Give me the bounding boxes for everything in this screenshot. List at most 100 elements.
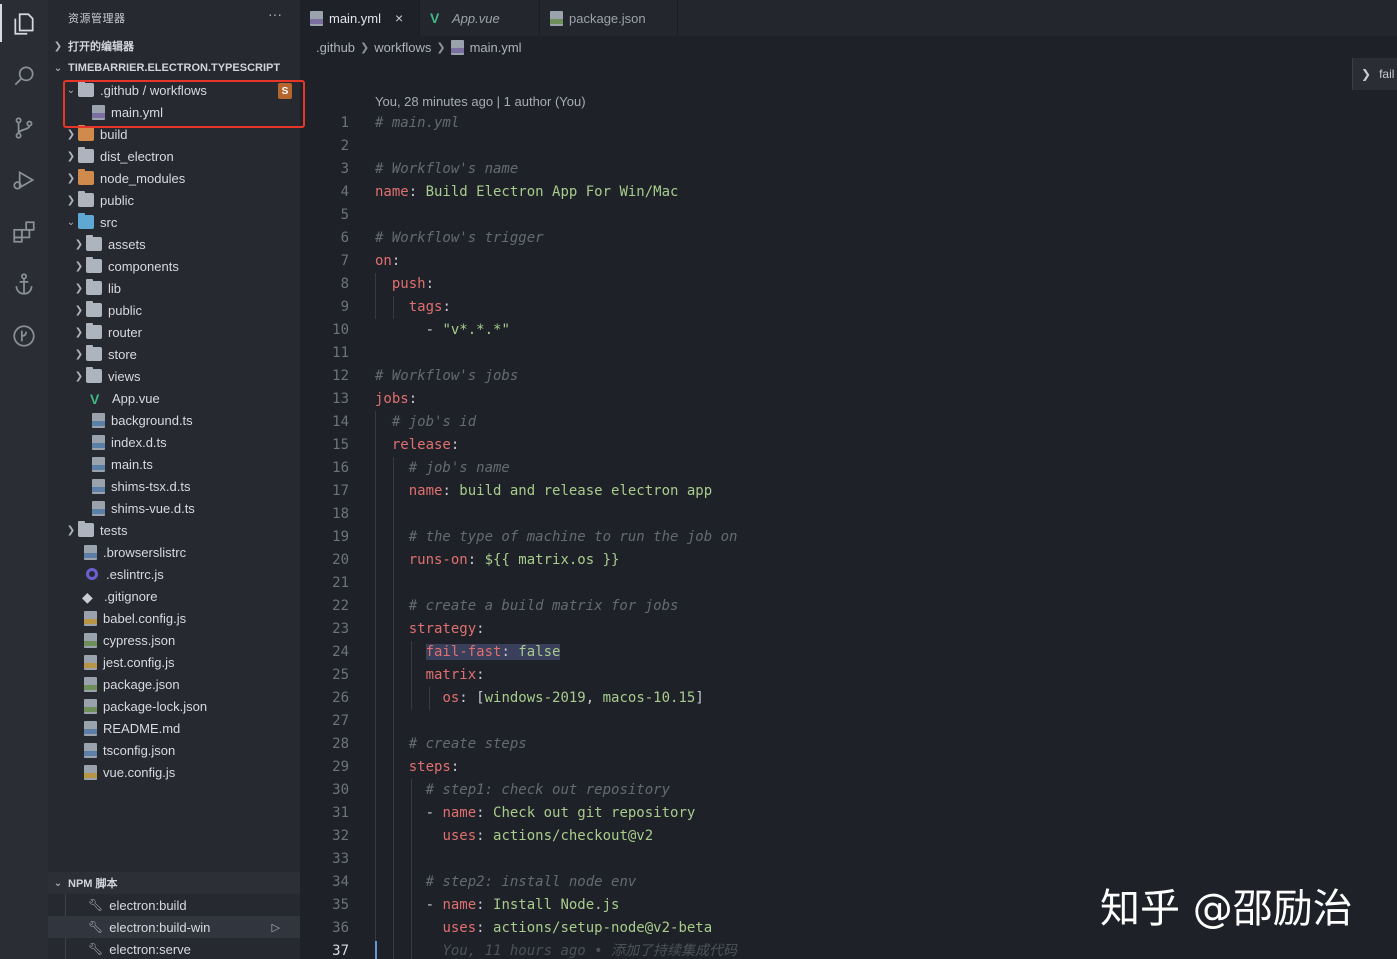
tab-app-vue[interactable]: V App.vue <box>420 0 540 36</box>
tree-file-readme[interactable]: README.md <box>48 717 300 739</box>
line-number: 5 <box>340 207 349 223</box>
folder-icon <box>86 235 102 251</box>
tree-folder-store[interactable]: ❯ store <box>48 343 300 365</box>
tree-label: cypress.json <box>103 632 176 648</box>
tree-folder-public[interactable]: ❯ public <box>48 189 300 211</box>
line-number: 23 <box>332 621 349 637</box>
comment: # create steps <box>408 736 527 752</box>
tree-folder-build[interactable]: ❯ build <box>48 123 300 145</box>
code-line: 27 <box>300 710 1397 733</box>
source-control-icon[interactable] <box>8 112 40 144</box>
search-icon[interactable] <box>8 60 40 92</box>
yaml-key: matrix <box>425 667 477 683</box>
npm-scripts-header[interactable]: ⌄ NPM 脚本 <box>48 872 300 894</box>
ts-file-icon <box>92 434 105 450</box>
tree-folder-views[interactable]: ❯ views <box>48 365 300 387</box>
tree-file-eslintrc[interactable]: .eslintrc.js <box>48 563 300 585</box>
project-header[interactable]: ⌄ TIMEBARRIER.ELECTRON.TYPESCRIPT <box>48 57 300 79</box>
tree-file-shims-vue[interactable]: shims-vue.d.ts <box>48 497 300 519</box>
chevron-down-icon: ⌄ <box>66 216 76 228</box>
tree-label: lib <box>108 280 122 296</box>
more-actions-icon[interactable]: ··· <box>268 6 282 22</box>
tree-file-jest-config[interactable]: jest.config.js <box>48 651 300 673</box>
tree-file-gitignore[interactable]: ◆ .gitignore <box>48 585 300 607</box>
tab-package-json[interactable]: package.json <box>540 0 678 36</box>
code-editor[interactable]: 1 # main.yml 2 3 # Workflow's name 4 name: … <box>300 112 1397 959</box>
yaml-value: build and release electron app <box>459 483 713 499</box>
extensions-icon[interactable] <box>8 216 40 248</box>
yaml-key: name <box>375 184 409 200</box>
open-editors-header[interactable]: ❯ 打开的编辑器 <box>48 35 300 57</box>
breadcrumb-item[interactable]: workflows <box>374 40 431 55</box>
close-icon[interactable]: × <box>395 10 403 26</box>
tree-folder-assets[interactable]: ❯ assets <box>48 233 300 255</box>
js-file-icon <box>84 654 97 670</box>
tree-file-package-json[interactable]: package.json <box>48 673 300 695</box>
tree-folder-src[interactable]: ⌄ src <box>48 211 300 233</box>
tree-folder-components[interactable]: ❯ components <box>48 255 300 277</box>
tree-file-babel-config[interactable]: babel.config.js <box>48 607 300 629</box>
code-line: 2 <box>300 135 1397 158</box>
code-line: 19 # the type of machine to run the job … <box>300 526 1397 549</box>
breadcrumb-item[interactable]: main.yml <box>470 40 522 55</box>
tree-folder-public-src[interactable]: ❯ public <box>48 299 300 321</box>
code-line: 21 <box>300 572 1397 595</box>
code-line: 1 # main.yml <box>300 112 1397 135</box>
tree-file-index-d-ts[interactable]: index.d.ts <box>48 431 300 453</box>
run-script-icon[interactable]: ▷ <box>272 921 280 934</box>
line-number: 2 <box>340 138 349 154</box>
tree-file-main-yml[interactable]: main.yml <box>48 101 300 123</box>
tree-file-shims-tsx[interactable]: shims-tsx.d.ts <box>48 475 300 497</box>
tree-file-cypress-json[interactable]: cypress.json <box>48 629 300 651</box>
comment: # job's id <box>391 414 477 430</box>
wrench-icon: 🔧︎ <box>88 942 104 956</box>
folder-icon <box>86 257 102 273</box>
breadcrumb-item[interactable]: .github <box>316 40 355 55</box>
npm-script-label: electron:serve <box>109 941 191 957</box>
yaml-key: name <box>442 897 477 913</box>
tree-file-tsconfig[interactable]: tsconfig.json <box>48 739 300 761</box>
codelens-blame[interactable]: You, 28 minutes ago | 1 author (You) <box>375 94 586 109</box>
tree-file-app-vue[interactable]: V App.vue <box>48 387 300 409</box>
tree-folder-node-modules[interactable]: ❯ node_modules <box>48 167 300 189</box>
tree-file-background-ts[interactable]: background.ts <box>48 409 300 431</box>
code-line: 24 fail-fast: false <box>300 641 1397 664</box>
code-line: 11 <box>300 342 1397 365</box>
folder-icon <box>78 169 94 185</box>
line-number: 6 <box>340 230 349 246</box>
tree-file-vue-config[interactable]: vue.config.js <box>48 761 300 783</box>
gitlens-icon[interactable] <box>8 320 40 352</box>
tree-file-main-ts[interactable]: main.ts <box>48 453 300 475</box>
js-file-icon <box>84 764 97 780</box>
yaml-value: windows-2019 <box>484 690 586 706</box>
tree-label: store <box>108 346 137 362</box>
tree-folder-router[interactable]: ❯ router <box>48 321 300 343</box>
npm-file-icon <box>84 698 97 714</box>
folder-icon <box>78 125 94 141</box>
code-line: 20 runs-on: ${{ matrix.os }} <box>300 549 1397 572</box>
tab-main-yml[interactable]: main.yml × <box>300 0 420 36</box>
npm-script-item[interactable]: 🔧︎ electron:build <box>48 894 300 916</box>
wrench-icon: 🔧︎ <box>88 898 104 912</box>
tree-folder-lib[interactable]: ❯ lib <box>48 277 300 299</box>
code-line: 14 # job's id <box>300 411 1397 434</box>
npm-script-item[interactable]: 🔧︎ electron:serve <box>48 938 300 959</box>
run-debug-icon[interactable] <box>8 164 40 196</box>
tree-file-browserslistrc[interactable]: .browserslistrc <box>48 541 300 563</box>
tree-folder-github-workflows[interactable]: ⌄ .github / workflows S <box>48 79 300 101</box>
tree-label: vue.config.js <box>103 764 176 780</box>
chevron-right-icon: ❯ <box>66 172 76 184</box>
vue-file-icon: V <box>90 391 100 407</box>
line-number: 18 <box>332 506 349 522</box>
tree-folder-tests[interactable]: ❯ tests <box>48 519 300 541</box>
peek-widget[interactable]: ❯ fail <box>1352 58 1397 90</box>
tree-file-package-lock[interactable]: package-lock.json <box>48 695 300 717</box>
tree-label: .browserslistrc <box>103 544 187 560</box>
comment: # Workflow's jobs <box>375 368 519 384</box>
tree-label: package-lock.json <box>103 698 208 714</box>
tree-folder-dist-electron[interactable]: ❯ dist_electron <box>48 145 300 167</box>
anchor-icon[interactable] <box>8 268 40 300</box>
code-line: 32 uses: actions/checkout@v2 <box>300 825 1397 848</box>
explorer-icon[interactable] <box>8 8 40 40</box>
npm-script-item[interactable]: 🔧︎ electron:build-win ▷ <box>48 916 300 938</box>
